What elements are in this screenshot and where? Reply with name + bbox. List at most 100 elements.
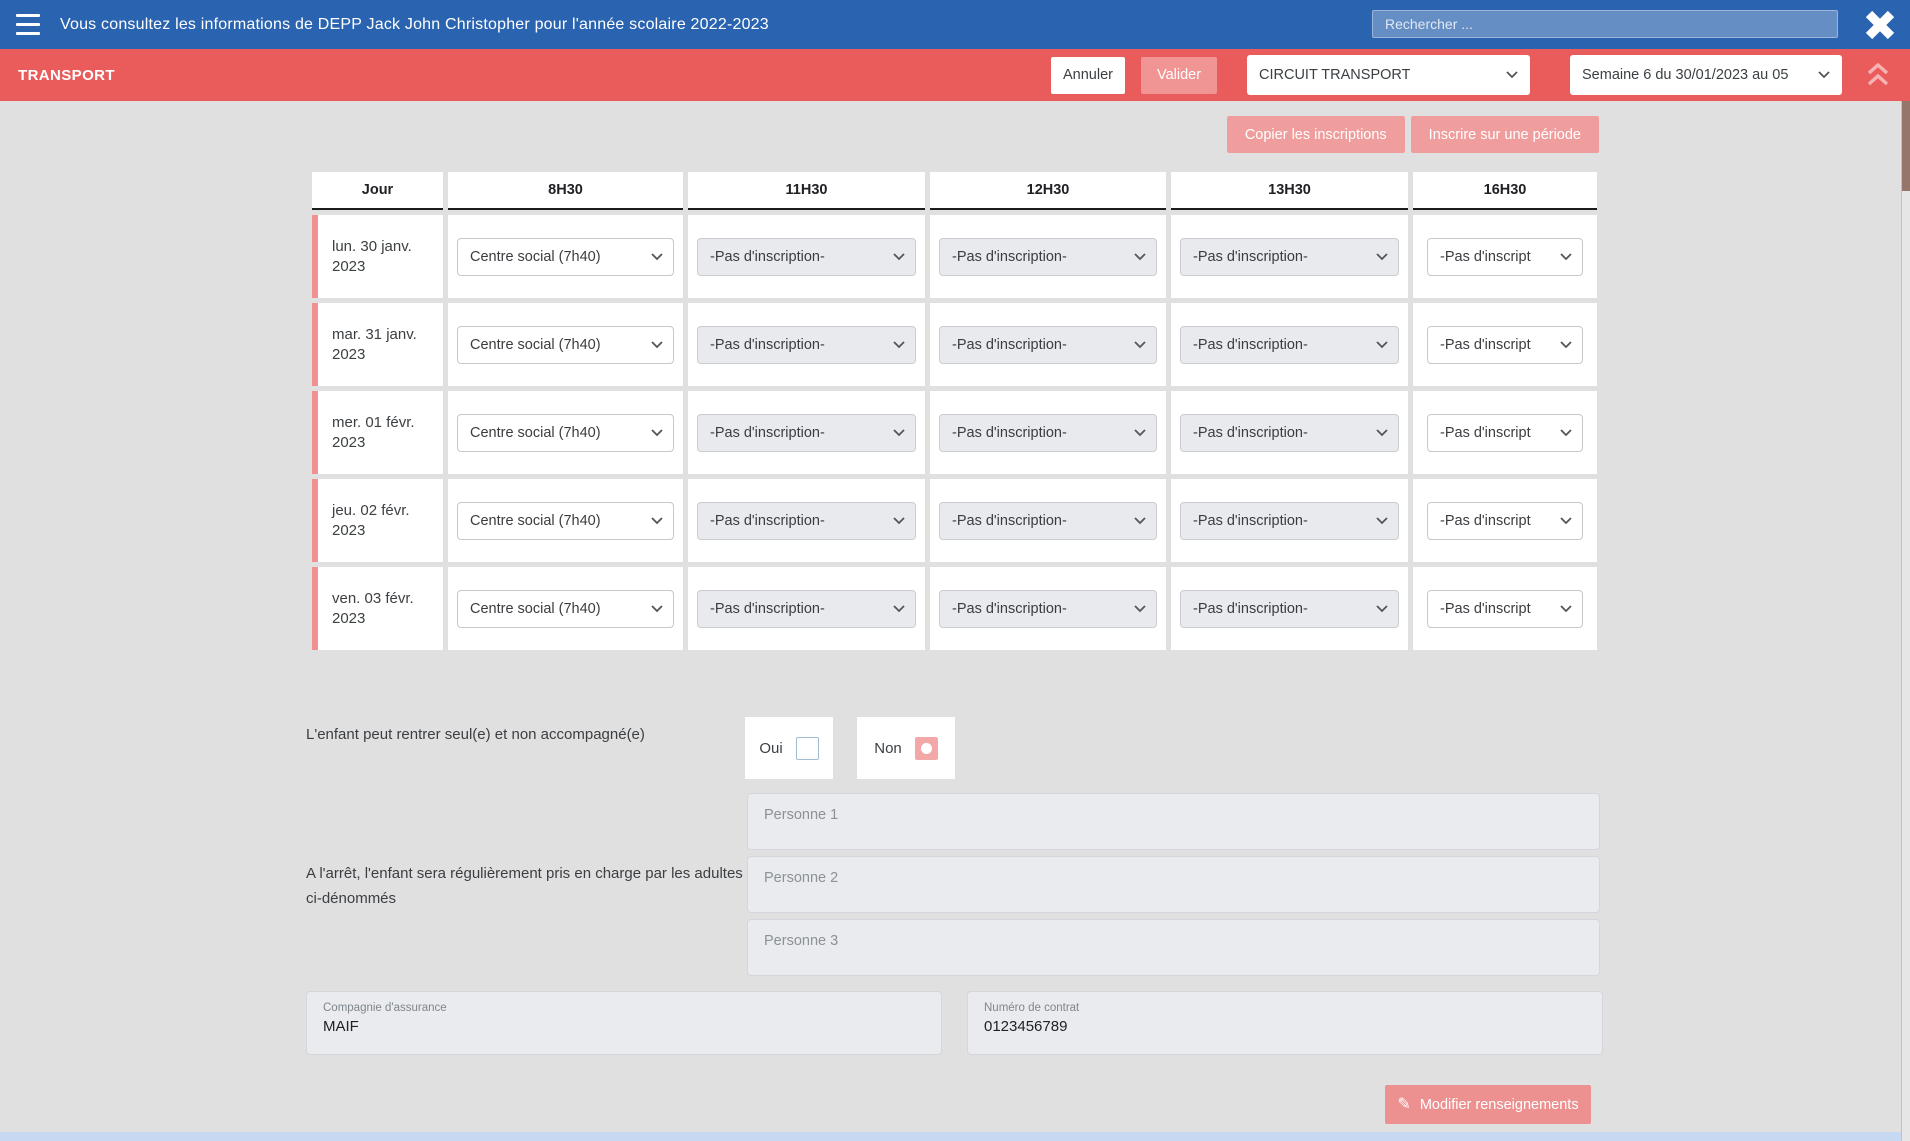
- circuit-select[interactable]: CIRCUIT TRANSPORT: [1247, 55, 1530, 95]
- vertical-scrollbar[interactable]: [1901, 101, 1910, 1141]
- search-input[interactable]: [1372, 10, 1838, 38]
- slot-select[interactable]: -Pas d'inscription-: [1180, 502, 1399, 540]
- slot-cell: -Pas d'inscription-: [688, 303, 925, 386]
- scrollbar-thumb[interactable]: [1902, 101, 1910, 191]
- slot-select[interactable]: -Pas d'inscription-: [697, 414, 916, 452]
- oui-checkbox[interactable]: [796, 737, 819, 760]
- slot-select[interactable]: -Pas d'inscription-: [697, 502, 916, 540]
- slot-select[interactable]: -Pas d'inscription-: [939, 590, 1157, 628]
- slot-select[interactable]: -Pas d'inscription-: [697, 326, 916, 364]
- slot-select[interactable]: -Pas d'inscript: [1427, 502, 1583, 540]
- person-3-input[interactable]: [747, 919, 1600, 976]
- chevron-down-icon: [1376, 425, 1388, 441]
- copy-inscriptions-button[interactable]: Copier les inscriptions: [1227, 116, 1405, 153]
- chevron-down-icon: [651, 601, 663, 617]
- non-label: Non: [874, 740, 902, 757]
- slot-select[interactable]: -Pas d'inscription-: [939, 326, 1157, 364]
- slot-cell: -Pas d'inscription-: [930, 479, 1166, 562]
- slot-cell: -Pas d'inscription-: [930, 567, 1166, 650]
- column-header-12h30: 12H30: [930, 172, 1166, 210]
- day-label: jeu. 02 févr. 2023: [312, 479, 443, 562]
- modify-info-button[interactable]: ✎ Modifier renseignements: [1385, 1085, 1591, 1124]
- chevron-down-icon: [1560, 601, 1572, 617]
- cancel-button[interactable]: Annuler: [1051, 57, 1125, 94]
- slot-cell: -Pas d'inscription-: [688, 479, 925, 562]
- slot-cell: Centre social (7h40): [448, 479, 683, 562]
- slot-select[interactable]: -Pas d'inscription-: [939, 238, 1157, 276]
- slot-select[interactable]: -Pas d'inscription-: [1180, 590, 1399, 628]
- person-1-input[interactable]: [747, 793, 1600, 850]
- slot-select[interactable]: -Pas d'inscription-: [1180, 238, 1399, 276]
- return-alone-question: L'enfant peut rentrer seul(e) et non acc…: [306, 726, 645, 743]
- chevron-down-icon: [893, 249, 905, 265]
- chevron-down-icon: [1506, 67, 1518, 83]
- slot-cell: Centre social (7h40): [448, 303, 683, 386]
- column-header-8h30: 8H30: [448, 172, 683, 210]
- transport-page: Vous consultez les informations de DEPP …: [0, 0, 1910, 1141]
- chevron-down-icon: [1376, 337, 1388, 353]
- menu-icon[interactable]: [16, 14, 40, 35]
- chevron-down-icon: [1560, 425, 1572, 441]
- slot-select[interactable]: -Pas d'inscription-: [1180, 414, 1399, 452]
- slot-cell: -Pas d'inscript: [1413, 215, 1597, 298]
- slot-cell: -Pas d'inscription-: [688, 567, 925, 650]
- chevron-down-icon: [651, 249, 663, 265]
- chevron-down-icon: [651, 513, 663, 529]
- contract-number-field[interactable]: Numéro de contrat 0123456789: [967, 991, 1603, 1055]
- slot-cell: -Pas d'inscript: [1413, 479, 1597, 562]
- contract-number-label: Numéro de contrat: [984, 1002, 1586, 1014]
- slot-select[interactable]: Centre social (7h40): [457, 414, 674, 452]
- slot-select[interactable]: -Pas d'inscript: [1427, 590, 1583, 628]
- chevron-down-icon: [1376, 513, 1388, 529]
- schedule-table: Jour 8H30 11H30 12H30 13H30 16H30 lun. 3…: [312, 172, 1597, 650]
- slot-select[interactable]: -Pas d'inscript: [1427, 238, 1583, 276]
- page-title: Vous consultez les informations de DEPP …: [60, 0, 769, 49]
- insurance-company-field[interactable]: Compagnie d'assurance MAIF: [306, 991, 942, 1055]
- collapse-up-icon[interactable]: [1856, 55, 1900, 95]
- slot-select[interactable]: -Pas d'inscription-: [1180, 326, 1399, 364]
- chevron-down-icon: [893, 601, 905, 617]
- inscribe-period-button[interactable]: Inscrire sur une période: [1411, 116, 1599, 153]
- slot-select[interactable]: Centre social (7h40): [457, 590, 674, 628]
- column-header-13h30: 13H30: [1171, 172, 1408, 210]
- slot-cell: -Pas d'inscription-: [1171, 391, 1408, 474]
- slot-select[interactable]: -Pas d'inscript: [1427, 414, 1583, 452]
- non-option[interactable]: Non: [857, 717, 955, 779]
- slot-select[interactable]: -Pas d'inscription-: [697, 590, 916, 628]
- slot-cell: -Pas d'inscription-: [930, 391, 1166, 474]
- pencil-icon: ✎: [1397, 1097, 1410, 1113]
- slot-select[interactable]: Centre social (7h40): [457, 502, 674, 540]
- chevron-down-icon: [1134, 337, 1146, 353]
- chevron-down-icon: [1134, 513, 1146, 529]
- chevron-down-icon: [893, 425, 905, 441]
- close-icon[interactable]: [1858, 3, 1902, 47]
- person-2-input[interactable]: [747, 856, 1600, 913]
- slot-select[interactable]: Centre social (7h40): [457, 326, 674, 364]
- slot-cell: -Pas d'inscription-: [1171, 303, 1408, 386]
- insurance-company-label: Compagnie d'assurance: [323, 1002, 925, 1014]
- week-select[interactable]: Semaine 6 du 30/01/2023 au 05: [1570, 55, 1842, 95]
- slot-cell: -Pas d'inscription-: [930, 303, 1166, 386]
- slot-cell: Centre social (7h40): [448, 215, 683, 298]
- day-label: lun. 30 janv. 2023: [312, 215, 443, 298]
- slot-cell: -Pas d'inscription-: [688, 391, 925, 474]
- slot-cell: -Pas d'inscription-: [1171, 567, 1408, 650]
- oui-option[interactable]: Oui: [745, 717, 833, 779]
- slot-cell: -Pas d'inscript: [1413, 391, 1597, 474]
- top-app-bar: Vous consultez les informations de DEPP …: [0, 0, 1910, 49]
- transport-toolbar: TRANSPORT Annuler Valider CIRCUIT TRANSP…: [0, 49, 1910, 101]
- slot-select[interactable]: -Pas d'inscription-: [697, 238, 916, 276]
- slot-select[interactable]: -Pas d'inscription-: [939, 502, 1157, 540]
- slot-select[interactable]: -Pas d'inscript: [1427, 326, 1583, 364]
- slot-cell: Centre social (7h40): [448, 391, 683, 474]
- slot-select[interactable]: Centre social (7h40): [457, 238, 674, 276]
- validate-button[interactable]: Valider: [1141, 57, 1217, 94]
- non-checkbox[interactable]: [915, 737, 938, 760]
- day-label: mer. 01 févr. 2023: [312, 391, 443, 474]
- contract-number-value: 0123456789: [984, 1018, 1586, 1035]
- slot-select[interactable]: -Pas d'inscription-: [939, 414, 1157, 452]
- column-header-11h30: 11H30: [688, 172, 925, 210]
- chevron-down-icon: [1134, 425, 1146, 441]
- chevron-down-icon: [1376, 249, 1388, 265]
- column-header-jour: Jour: [312, 172, 443, 210]
